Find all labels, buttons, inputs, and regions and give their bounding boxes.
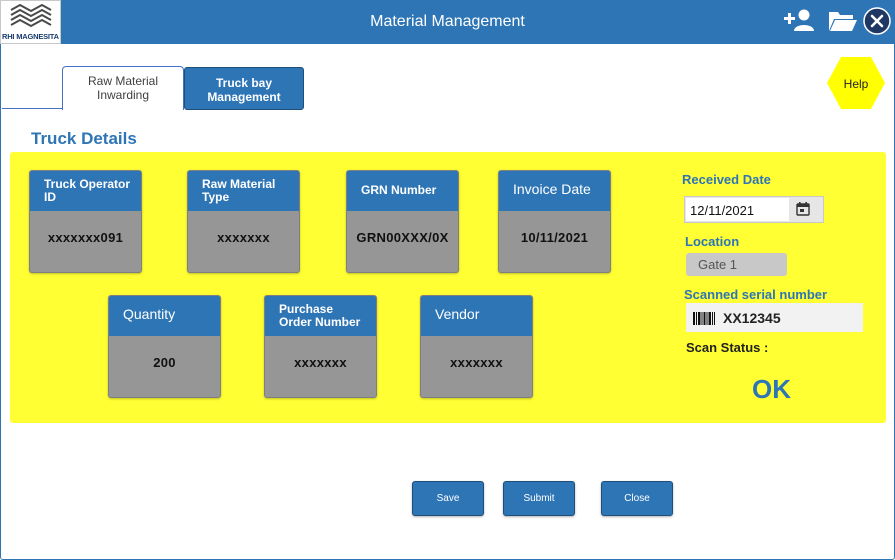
tab-label-line1: Raw Material [87, 74, 159, 88]
calendar-icon[interactable] [796, 202, 810, 216]
card-value: 200 [153, 355, 176, 370]
card-invoice-date: Invoice Date 10/11/2021 [498, 170, 611, 273]
tab-label-line2: Management [207, 90, 281, 104]
card-value: xxxxxxx [294, 355, 347, 370]
card-header: Truck Operator ID [30, 171, 141, 211]
card-value: 10/11/2021 [520, 230, 589, 245]
location-input[interactable]: Gate 1 [686, 253, 787, 276]
received-date-label: Received Date [682, 172, 771, 187]
card-value: xxxxxxx [450, 355, 503, 370]
scanned-serial-value: XX12345 [723, 310, 781, 326]
card-label-line2: Type [202, 190, 230, 204]
section-title: Truck Details [31, 129, 137, 148]
received-date-picker[interactable]: 12/11/2021 [684, 196, 824, 223]
card-header: Purchase Order Number [265, 296, 376, 336]
logo-text: RHI MAGNESITA [2, 32, 59, 41]
title-bar: RHI MAGNESITA Material Management [0, 0, 895, 44]
card-header: Raw Material Type [188, 171, 299, 211]
card-header: Invoice Date [499, 171, 610, 211]
add-user-icon[interactable] [784, 8, 816, 34]
scanned-serial-label: Scanned serial number [684, 287, 828, 302]
scan-status-label: Scan Status : [686, 340, 769, 355]
card-header: Vendor [421, 296, 532, 336]
card-value: GRN00XXX/0X [356, 230, 449, 245]
card-value: xxxxxxx [217, 230, 270, 245]
folder-open-icon[interactable] [828, 8, 858, 34]
card-value: xxxxxxx091 [47, 230, 124, 245]
close-icon[interactable] [863, 7, 891, 35]
scanned-serial-field[interactable]: XX12345 [686, 303, 863, 332]
help-button[interactable]: Help [827, 57, 885, 109]
card-purchase-order-number: Purchase Order Number xxxxxxx [264, 295, 377, 398]
card-label-line1: GRN Number [361, 183, 437, 197]
card-quantity: Quantity 200 [108, 295, 221, 398]
close-button[interactable]: Close [601, 481, 673, 516]
card-label-line1: Quantity [123, 306, 176, 322]
scan-status-value: OK [752, 374, 791, 404]
tab-baseline [2, 108, 62, 109]
tab-truck-bay-management[interactable]: Truck bay Management [184, 67, 304, 110]
card-label-line1: Vendor [435, 306, 480, 322]
card-label-line2: ID [44, 190, 56, 204]
card-header: Quantity [109, 296, 220, 336]
tab-raw-material-inwarding[interactable]: Raw Material Inwarding [62, 66, 184, 110]
save-button[interactable]: Save [412, 481, 484, 516]
submit-button[interactable]: Submit [503, 481, 575, 516]
location-label: Location [685, 234, 740, 249]
card-raw-material-type: Raw Material Type xxxxxxx [187, 170, 300, 273]
card-label-line1: Invoice Date [513, 181, 591, 197]
card-label-line1: Truck Operator [44, 177, 131, 191]
received-date-input[interactable]: 12/11/2021 [686, 198, 789, 221]
card-label-line2: Order Number [279, 315, 361, 329]
tab-label-line1: Truck bay [215, 76, 273, 90]
card-header: GRN Number [347, 171, 458, 211]
barcode-icon [693, 312, 715, 325]
tab-label-line2: Inwarding [96, 88, 150, 102]
page-title: Material Management [370, 13, 525, 30]
card-truck-operator-id: Truck Operator ID xxxxxxx091 [29, 170, 142, 273]
card-grn-number: GRN Number GRN00XXX/0X [346, 170, 459, 273]
card-vendor: Vendor xxxxxxx [420, 295, 533, 398]
help-label: Help [843, 77, 869, 91]
